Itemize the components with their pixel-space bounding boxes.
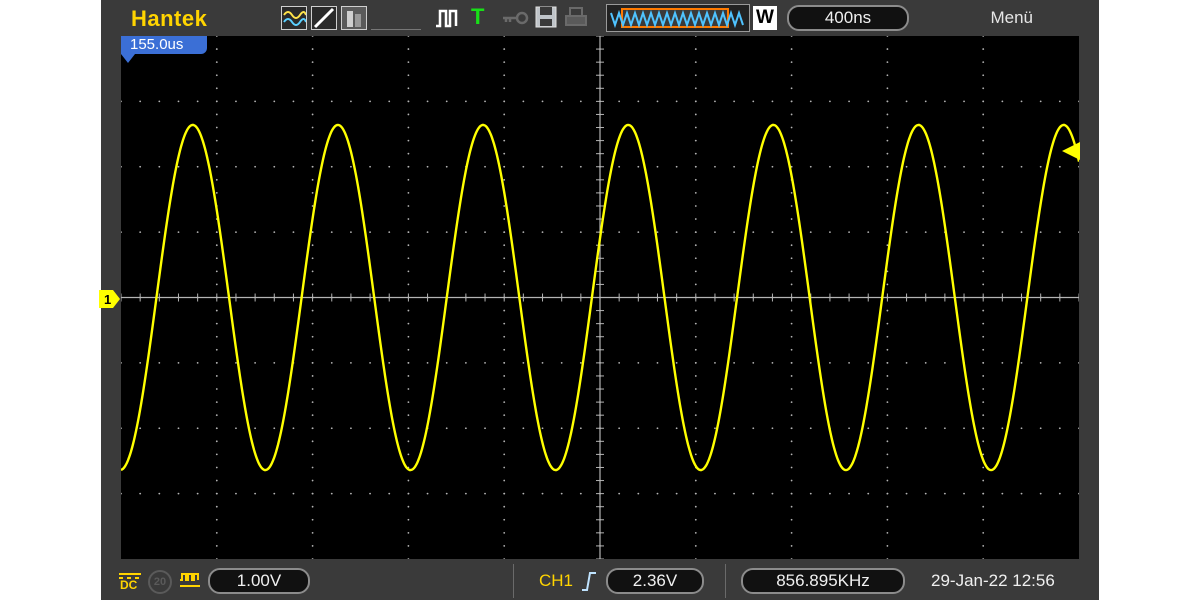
top-status-bar: Hantek T W 400ns Menü xyxy=(101,0,1099,36)
frequency-counter: 856.895KHz xyxy=(741,568,905,594)
trigger-position-label: 155.0us xyxy=(130,36,184,53)
window-mode-label[interactable]: W xyxy=(753,6,777,30)
trigger-rising-edge-icon xyxy=(580,569,598,593)
trigger-position-arrow xyxy=(121,54,135,63)
graticule xyxy=(120,35,1080,560)
bottom-status-bar: DC 20 1.00V CH1 2.36V 856.895KHz 29-Jan-… xyxy=(101,562,1099,600)
trigger-position-marker[interactable]: 155.0us xyxy=(121,36,207,54)
coupling-label: DC xyxy=(120,578,138,592)
trigger-level-display[interactable]: 2.36V xyxy=(606,568,704,594)
bandwidth-limit-icon: 20 xyxy=(148,570,172,594)
waveform-plot xyxy=(120,35,1081,560)
coupling-dc-icon: DC xyxy=(117,570,143,594)
trigger-source-label: CH1 xyxy=(539,571,574,590)
waveform-mode-icon[interactable] xyxy=(281,6,307,30)
trigger-level-arrow-icon[interactable] xyxy=(1062,141,1082,161)
status-blank xyxy=(371,6,421,30)
datetime-display: 29-Jan-22 12:56 xyxy=(931,571,1055,590)
timebase-display[interactable]: 400ns xyxy=(787,5,909,31)
bottom-divider xyxy=(725,564,726,598)
line-mode-icon[interactable] xyxy=(311,6,337,30)
print-icon[interactable] xyxy=(564,6,588,30)
persistence-icon[interactable] xyxy=(341,6,367,30)
menu-button[interactable]: Menü xyxy=(990,8,1033,28)
trigger-edge-icon xyxy=(434,6,458,30)
bottom-divider xyxy=(513,564,514,598)
brand-logo: Hantek xyxy=(131,6,208,31)
trigged-status-icon: T xyxy=(471,4,485,29)
hf-reject-icon xyxy=(178,570,202,594)
memory-waveform-icon xyxy=(606,4,750,32)
save-icon[interactable] xyxy=(534,5,558,29)
key-lock-icon xyxy=(501,10,529,26)
ch1-scale-display[interactable]: 1.00V xyxy=(208,568,310,594)
channel1-marker-icon[interactable]: 1 xyxy=(99,290,121,308)
channel1-marker-label: 1 xyxy=(104,292,111,307)
waveform-display[interactable] xyxy=(120,35,1081,560)
